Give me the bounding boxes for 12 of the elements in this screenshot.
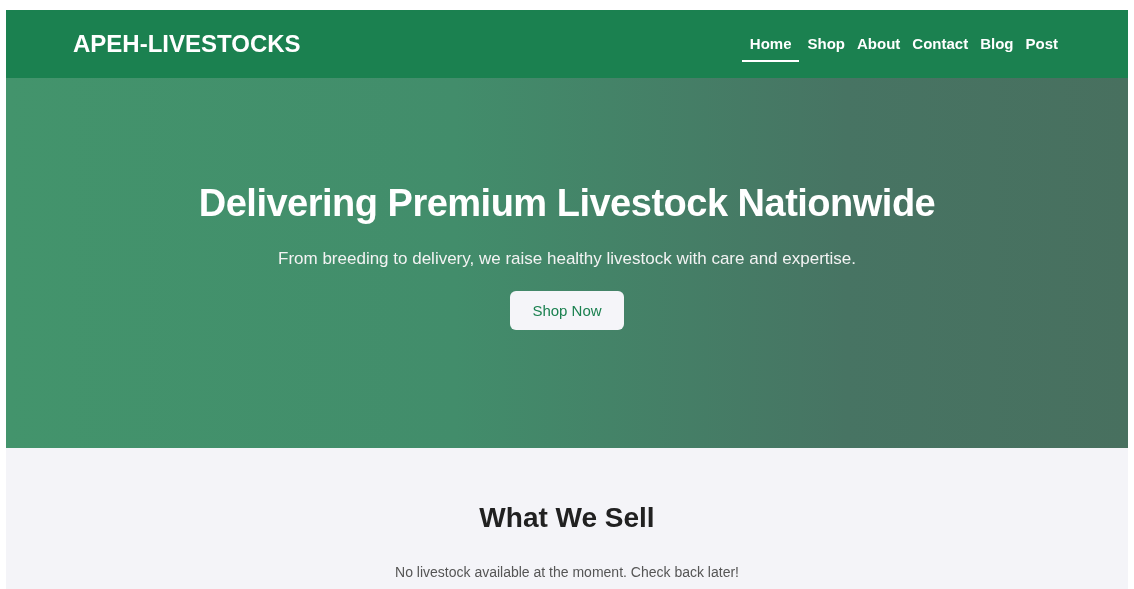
nav-link[interactable]: Contact xyxy=(908,26,973,62)
site-logo[interactable]: APEH-LIVESTOCKS xyxy=(73,30,301,58)
nav-link[interactable]: Post xyxy=(1021,26,1062,62)
empty-message: No livestock available at the moment. Check back later! xyxy=(395,564,739,580)
hero-title: Delivering Premium Livestock Nationwide xyxy=(198,182,936,225)
section-heading: What We Sell xyxy=(479,502,655,534)
shop-now-button[interactable]: Shop Now xyxy=(510,291,624,330)
nav-link[interactable]: Shop xyxy=(803,26,849,62)
hero-subtitle: From breeding to delivery, we raise healthy livestock with care and expertise. xyxy=(278,249,856,269)
nav-link[interactable]: Blog xyxy=(976,26,1018,62)
nav-link[interactable]: Home xyxy=(741,26,800,62)
nav-link[interactable]: About xyxy=(853,26,905,62)
